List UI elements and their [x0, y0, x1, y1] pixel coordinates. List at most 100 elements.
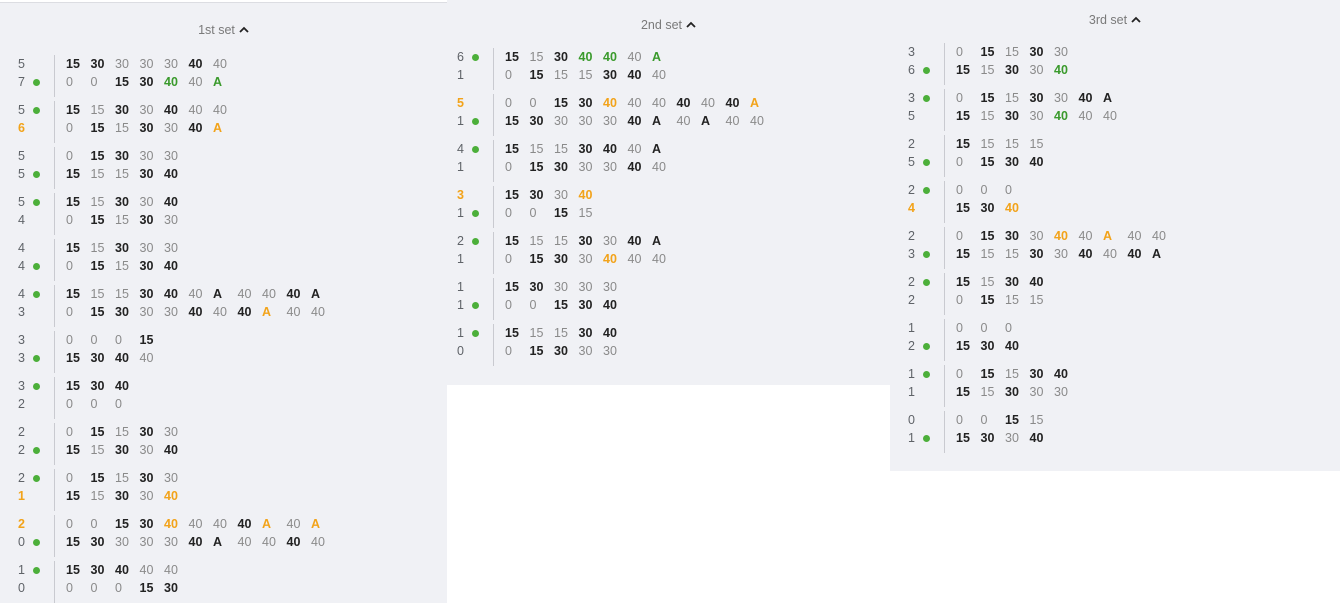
points-row: 15 15 30 30 40	[66, 487, 189, 505]
point-score: 0	[66, 397, 73, 411]
point-score: 0	[66, 121, 73, 135]
set-panel-1: 1st set 5 7 15 30 30 30 30 40 40 0 0 15 30 40 40 A 5 6 15 1…	[0, 2, 447, 603]
point-score: A	[311, 287, 321, 301]
set-toggle-2[interactable]: 2nd set	[447, 18, 890, 32]
game-row: 0 1 0 0 15 15 15 30 30 40	[890, 411, 1340, 457]
point-score: 15	[115, 517, 129, 531]
point-score: 0	[529, 96, 537, 110]
serving-indicator-icon	[33, 290, 40, 298]
points-row: 15 30 30 40	[505, 186, 603, 204]
games-won: 6	[908, 63, 915, 77]
point-progression: 15 30 40 40 40 0 0 0 15 30	[66, 561, 189, 597]
point-score: 30	[554, 280, 568, 294]
point-score: 30	[139, 213, 154, 227]
point-score: 40	[213, 57, 227, 71]
point-score: 15	[1029, 137, 1044, 151]
point-score: 40	[237, 535, 252, 549]
game-row: 5 5 0 15 30 30 30 15 15 15 30 40	[0, 147, 447, 193]
point-score: 40	[603, 96, 617, 110]
point-progression: 15 30 40 0 0 0	[66, 377, 140, 413]
point-score: 30	[578, 114, 593, 128]
points-row: 15 30 30 30 30 40 A 40 A 40 40	[505, 112, 775, 130]
point-score: 30	[139, 149, 154, 163]
games-won: 5	[908, 155, 915, 169]
point-progression: 0 15 15 30 30 40 A 15 15 30 30 40 40 40	[956, 89, 1128, 125]
score-row-top: 1	[457, 324, 493, 342]
score-row-top: 3	[908, 89, 944, 107]
games-won: 2	[908, 293, 915, 307]
point-score: 30	[1029, 367, 1044, 381]
point-score: 15	[66, 351, 80, 365]
point-score: 30	[164, 425, 178, 439]
points-row: 15 15 15 30 40	[505, 324, 628, 342]
serving-indicator-icon	[923, 158, 930, 166]
games-won: 1	[457, 252, 464, 266]
point-score: 15	[554, 298, 568, 312]
games-won: 3	[908, 91, 915, 105]
chevron-up-icon	[1131, 16, 1141, 23]
point-score: 15	[1005, 367, 1019, 381]
point-score: 15	[554, 234, 568, 248]
points-row: 15 15 15 30 40	[66, 165, 189, 183]
point-score: 40	[627, 68, 642, 82]
set-toggle-3[interactable]: 3rd set	[890, 13, 1340, 27]
points-row: 15 15 30 30 40	[66, 441, 189, 459]
points-row: 0 0 0 15	[66, 331, 164, 349]
serving-indicator-icon	[33, 262, 40, 270]
point-score: 40	[286, 287, 301, 301]
point-score: 30	[554, 252, 568, 266]
game-score: 11	[457, 278, 494, 320]
points-row: 0 0 15 30 40 40 40 40 A 40 A	[66, 515, 336, 533]
game-row: 6 1 15 15 30 40 40 40 A 0 15 15 15 30 40 40	[447, 48, 890, 94]
point-score: 0	[505, 344, 512, 358]
point-score: 15	[115, 213, 129, 227]
point-score: 15	[578, 68, 593, 82]
point-score: 40	[188, 305, 203, 319]
point-score: 0	[529, 206, 537, 220]
games-won: 1	[457, 160, 464, 174]
score-row-bottom: 2	[18, 441, 54, 459]
point-score: A	[213, 75, 223, 89]
point-score: 0	[115, 581, 122, 595]
point-score: 15	[1005, 91, 1019, 105]
point-score: 30	[115, 443, 129, 457]
points-row: 15 30 40	[956, 199, 1030, 217]
games-won: 2	[457, 234, 464, 248]
point-score: 30	[139, 57, 154, 71]
point-progression: 0 15 30 30 30 15 15 15 30 40	[66, 147, 189, 183]
point-score: 30	[554, 50, 568, 64]
point-score: 30	[164, 213, 178, 227]
games-won: 1	[908, 367, 915, 381]
score-row-bottom: 4	[18, 211, 54, 229]
point-progression: 15 15 15 15 0 15 30 40	[956, 135, 1054, 171]
game-row: 4 1 15 15 15 30 40 40 A 0 15 30 30 30 40 40	[447, 140, 890, 186]
point-score: 40	[115, 379, 129, 393]
point-score: 30	[139, 425, 154, 439]
point-score: 40	[1103, 247, 1117, 261]
point-score: A	[652, 142, 662, 156]
point-score: 15	[90, 149, 105, 163]
point-progression: 15 15 15 30 40 40 A 40 40 40 A 0 15 30 30 30 40 40 40 A 40 40	[66, 285, 336, 321]
point-score: 0	[90, 333, 98, 347]
point-score: 15	[956, 201, 970, 215]
points-row: 0 0 15 30 40	[505, 296, 628, 314]
set-toggle-1[interactable]: 1st set	[0, 23, 447, 37]
chevron-up-icon	[239, 26, 249, 33]
game-score: 44	[18, 239, 55, 281]
games-won: 5	[18, 103, 25, 117]
point-score: 30	[139, 287, 154, 301]
point-score: 0	[956, 45, 963, 59]
point-score: 40	[1029, 275, 1044, 289]
game-score: 22	[908, 273, 945, 315]
point-score: 0	[505, 252, 512, 266]
game-row: 5 4 15 15 30 30 40 0 15 15 30 30	[0, 193, 447, 239]
serving-indicator-icon	[33, 78, 40, 86]
score-row-top: 3	[457, 186, 493, 204]
point-score: 15	[529, 142, 544, 156]
serving-indicator-icon	[472, 329, 479, 337]
point-score: 30	[164, 149, 178, 163]
games-won: 2	[18, 471, 25, 485]
games-won: 3	[18, 333, 25, 347]
point-score: 15	[529, 326, 544, 340]
point-score: 15	[956, 63, 970, 77]
